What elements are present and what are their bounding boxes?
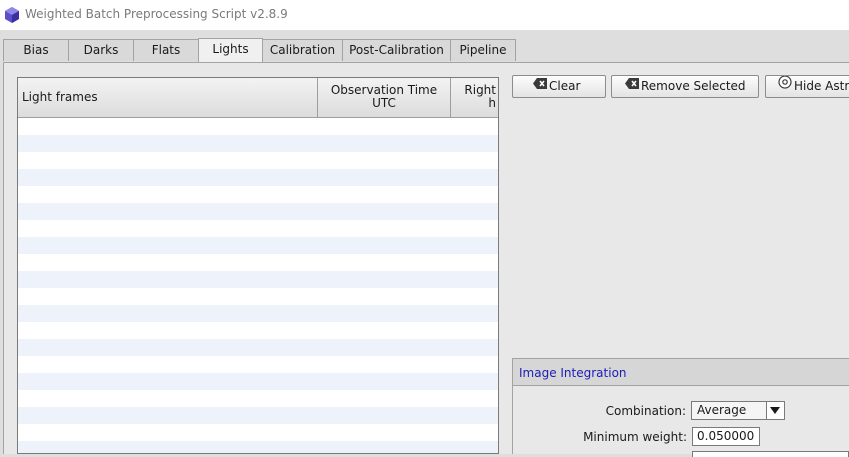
empty-list-row (18, 254, 498, 271)
empty-list-row (18, 271, 498, 288)
light-frames-list[interactable]: Light frames Observation Time UTC Right … (17, 77, 499, 454)
clear-button[interactable]: Clear (512, 75, 606, 98)
column-header-observation-time[interactable]: Observation Time UTC (318, 78, 451, 117)
tab-calibration[interactable]: Calibration (262, 39, 343, 61)
tab-flats[interactable]: Flats (133, 39, 199, 61)
chevron-down-icon[interactable] (766, 402, 784, 419)
next-field-partial[interactable] (692, 451, 849, 457)
window-title: Weighted Batch Preprocessing Script v2.8… (25, 7, 288, 21)
tab-lights[interactable]: Lights (198, 38, 263, 62)
empty-list-row (18, 186, 498, 203)
column-header-right-ascension-line2: h (488, 96, 496, 110)
empty-list-row (18, 118, 498, 135)
empty-list-row (18, 220, 498, 237)
empty-list-row (18, 152, 498, 169)
empty-list-row (18, 203, 498, 220)
empty-list-row (18, 441, 498, 453)
combination-select[interactable]: Average (691, 401, 785, 420)
empty-list-row (18, 322, 498, 339)
tab-pipeline[interactable]: Pipeline (450, 39, 516, 61)
hide-astrometry-button[interactable]: Hide Astr (765, 75, 849, 98)
column-header-right-ascension[interactable]: Right h (451, 78, 498, 117)
list-header: Light frames Observation Time UTC Right … (18, 78, 498, 118)
minimum-weight-label: Minimum weight: (583, 430, 687, 444)
app-icon (5, 7, 19, 23)
image-integration-title[interactable]: Image Integration (513, 359, 849, 386)
hide-astrometry-button-label: Hide Astr (794, 79, 849, 93)
empty-list-row (18, 288, 498, 305)
empty-list-row (18, 424, 498, 441)
combination-value: Average (697, 403, 747, 417)
minimum-weight-input[interactable]: 0.050000 (692, 427, 760, 446)
empty-list-row (18, 339, 498, 356)
title-bar: Weighted Batch Preprocessing Script v2.8… (0, 0, 849, 30)
remove-selected-button[interactable]: Remove Selected (611, 75, 759, 98)
column-header-observation-time-line2: UTC (372, 96, 396, 110)
empty-list-row (18, 373, 498, 390)
tab-darks[interactable]: Darks (68, 39, 134, 61)
tab-bias[interactable]: Bias (3, 39, 69, 61)
empty-list-row (18, 169, 498, 186)
empty-list-row (18, 407, 498, 424)
empty-list-row (18, 390, 498, 407)
remove-icon (625, 76, 639, 96)
column-header-light-frames[interactable]: Light frames (18, 78, 318, 117)
empty-list-row (18, 356, 498, 373)
disc-icon (778, 76, 792, 96)
list-rows (18, 118, 498, 453)
empty-list-row (18, 237, 498, 254)
remove-selected-button-label: Remove Selected (641, 79, 746, 93)
clear-icon (533, 76, 547, 96)
empty-list-row (18, 135, 498, 152)
tab-post-calibration[interactable]: Post-Calibration (342, 39, 451, 61)
combination-label: Combination: (605, 404, 686, 418)
clear-button-label: Clear (549, 79, 581, 93)
empty-list-row (18, 305, 498, 322)
